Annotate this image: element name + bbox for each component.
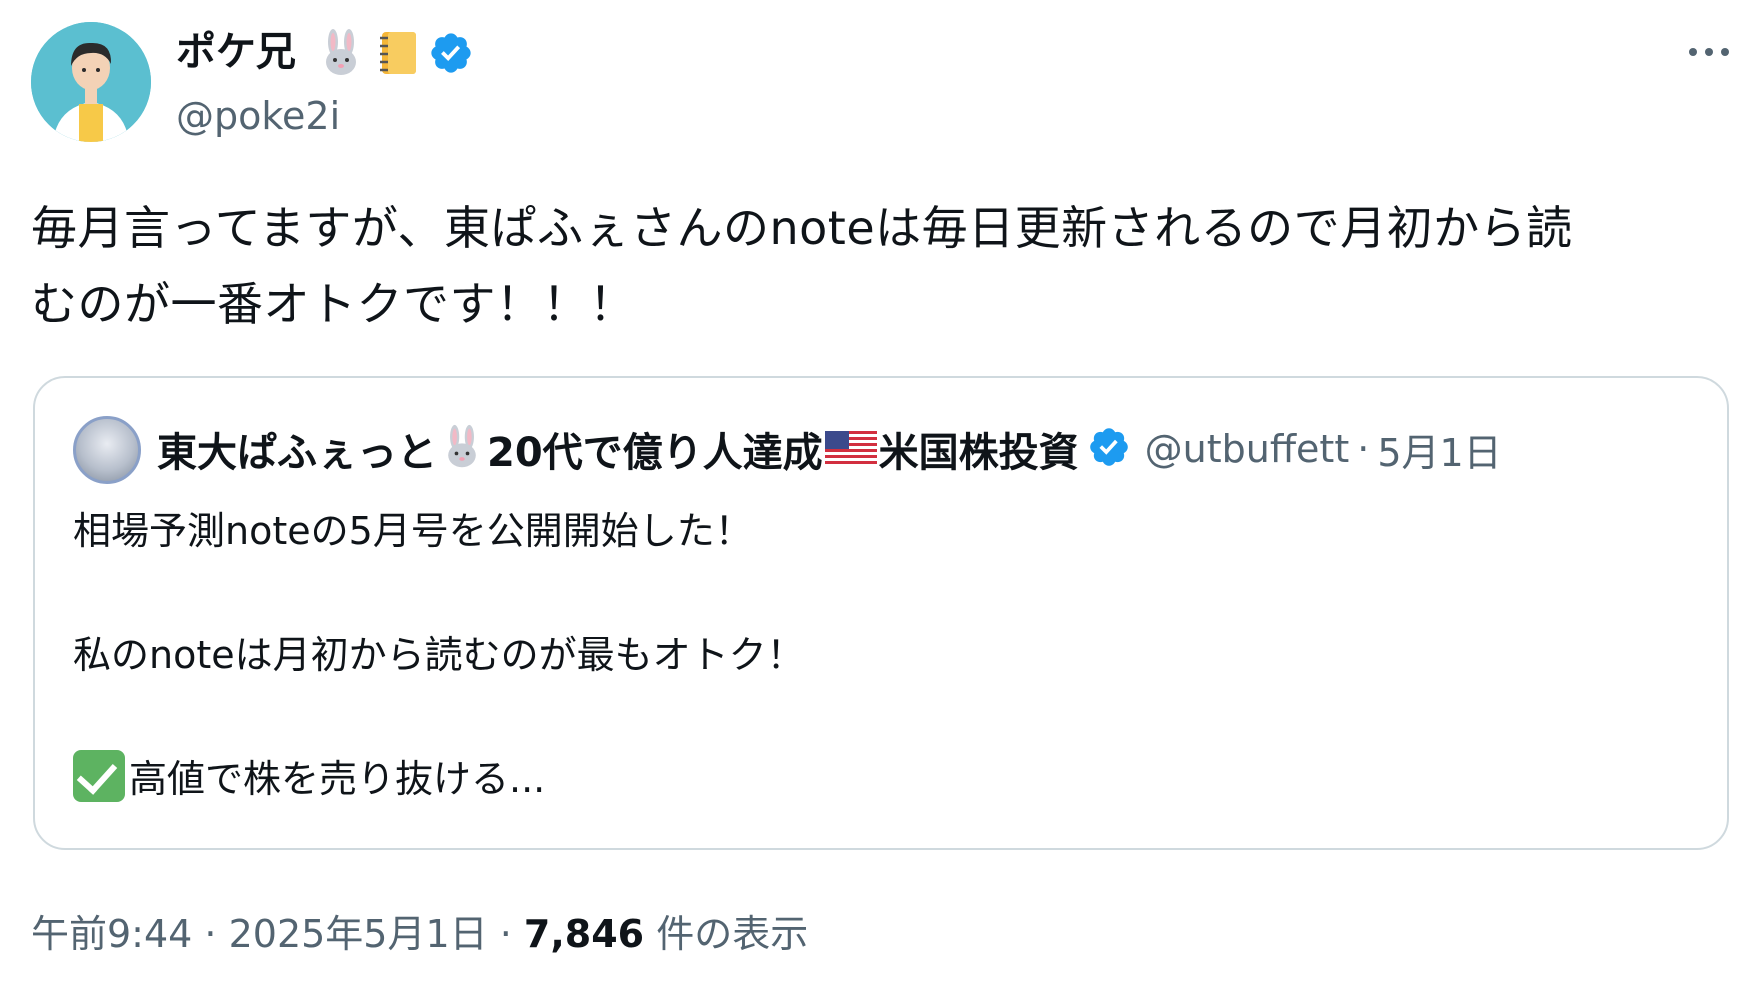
us-flag-icon bbox=[824, 431, 877, 467]
rabbit-icon bbox=[439, 424, 485, 474]
quoted-author-name-part[interactable]: 東大ぱふぇっと bbox=[157, 420, 437, 478]
avatar-illustration bbox=[31, 22, 151, 142]
author-name[interactable]: ポケ兄 bbox=[176, 24, 296, 80]
tweet-date[interactable]: 2025年5月1日 bbox=[229, 912, 488, 956]
view-count[interactable]: 7,846 bbox=[524, 912, 644, 956]
more-options-button[interactable] bbox=[1682, 32, 1736, 72]
verified-badge-icon[interactable] bbox=[428, 30, 474, 80]
quoted-tweet[interactable]: 東大ぱふぇっと 20代で億り人達成 米国株投資 @utbuffett · 5月1… bbox=[33, 376, 1729, 850]
separator-dot: · bbox=[487, 912, 524, 956]
separator-dot: · bbox=[192, 912, 229, 956]
tweet-time[interactable]: 午前9:44 bbox=[31, 912, 192, 956]
tweet-text-line: むのが一番オトクです！！！ bbox=[31, 277, 636, 331]
notebook-icon bbox=[372, 28, 422, 82]
quoted-text-line-with-check: 高値で株を売り抜ける... bbox=[73, 748, 1693, 810]
rabbit-icon bbox=[316, 28, 366, 82]
quoted-text-line: 相場予測noteの5月号を公開開始した！ bbox=[73, 509, 753, 553]
quoted-author-name-part[interactable]: 20代で億り人達成 bbox=[487, 420, 823, 478]
quoted-tweet-header: 東大ぱふぇっと 20代で億り人達成 米国株投資 @utbuffett · 5月1… bbox=[157, 418, 1502, 480]
quoted-author-avatar[interactable] bbox=[73, 416, 141, 484]
quoted-author-handle[interactable]: @utbuffett bbox=[1145, 427, 1350, 471]
verified-badge-icon[interactable] bbox=[1087, 425, 1131, 473]
author-handle[interactable]: @poke2i bbox=[176, 90, 340, 142]
tweet-meta: 午前9:44 · 2025年5月1日 · 7,846 件の表示 bbox=[31, 906, 808, 962]
quoted-tweet-date[interactable]: 5月1日 bbox=[1377, 422, 1501, 477]
more-dots-icon bbox=[1689, 48, 1729, 56]
quoted-tweet-text: 相場予測noteの5月号を公開開始した！ 私のnoteは月初から読むのが最もオト… bbox=[73, 500, 1693, 810]
quoted-text-line: 私のnoteは月初から読むのが最もオトク！ bbox=[73, 633, 805, 677]
tweet-text-line: 毎月言ってますが、東ぱふぇさんのnoteは毎日更新されるので月初から読 bbox=[31, 201, 1573, 255]
author-badges bbox=[316, 28, 474, 82]
quoted-text-segment: 高値で株を売り抜ける... bbox=[129, 757, 546, 801]
tweet-text: 毎月言ってますが、東ぱふぇさんのnoteは毎日更新されるので月初から読 むのが一… bbox=[31, 190, 1731, 342]
view-count-label: 件の表示 bbox=[644, 912, 809, 956]
tweet-card: ポケ兄 @poke2i 毎月言ってますが、東ぱふぇさんのnoteは毎日更新される… bbox=[0, 0, 1759, 982]
check-mark-icon bbox=[73, 750, 125, 802]
quoted-author-name-part[interactable]: 米国株投資 bbox=[879, 420, 1079, 478]
author-avatar[interactable] bbox=[31, 22, 151, 142]
separator-dot: · bbox=[1357, 427, 1370, 471]
